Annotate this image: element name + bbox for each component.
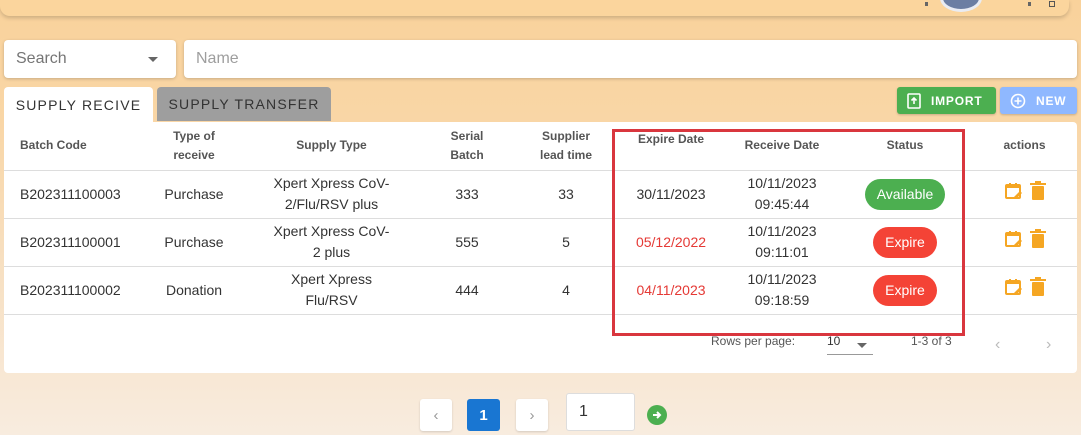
supply-table: Batch Code Type of receive Supply Type S…: [4, 122, 1077, 315]
rows-per-page-value: 10: [827, 334, 841, 348]
receive-date-cell: 10/11/2023 09:45:44: [726, 170, 838, 219]
table-prev-page-icon[interactable]: ‹: [995, 336, 1000, 354]
receive-type-cell: Purchase: [143, 218, 245, 267]
settings-icon[interactable]: [1028, 2, 1031, 6]
serial-batch-cell: 444: [418, 266, 516, 315]
status-cell: Expire: [838, 266, 972, 315]
search-select[interactable]: Search: [4, 40, 176, 78]
column-header: actions: [972, 122, 1077, 171]
lead-time-cell: 5: [516, 218, 616, 267]
column-header[interactable]: Supply Type: [245, 122, 418, 171]
actions-cell: [972, 266, 1077, 315]
expire-date-cell: 05/12/2022: [616, 218, 726, 267]
current-page-button[interactable]: 1: [467, 399, 500, 431]
file-upload-icon: [907, 92, 921, 109]
tab-supply-recive[interactable]: SUPPLY RECIVE: [4, 87, 153, 123]
add-circle-icon: [1010, 93, 1026, 109]
receive-date-cell: 10/11/2023 09:18:59: [726, 266, 838, 315]
receive-time: 09:18:59: [754, 292, 810, 308]
status-badge: Expire: [873, 274, 937, 306]
serial-batch-cell: 333: [418, 170, 516, 219]
status-badge: Available: [864, 178, 946, 210]
expire-date-cell: 04/11/2023: [616, 266, 726, 315]
chevron-down-icon: [148, 57, 158, 62]
status-cell: Expire: [838, 218, 972, 267]
table-next-page-icon[interactable]: ›: [1046, 336, 1051, 354]
new-button[interactable]: NEW: [1000, 87, 1077, 114]
go-arrow-icon[interactable]: [647, 405, 667, 425]
table-row[interactable]: B202311100002 Donation Xpert Xpress Flu/…: [4, 266, 1077, 315]
receive-date: 10/11/2023: [747, 271, 817, 287]
receive-type-cell: Purchase: [143, 170, 245, 219]
avatar[interactable]: [940, 0, 982, 12]
batch-code-cell: B202311100003: [4, 170, 143, 219]
lead-time-cell: 33: [516, 170, 616, 219]
delete-icon[interactable]: [1029, 181, 1046, 207]
receive-date-cell: 10/11/2023 09:11:01: [726, 218, 838, 267]
column-header[interactable]: Status: [838, 122, 972, 171]
receive-time: 09:45:44: [754, 196, 810, 212]
column-header[interactable]: Expire Date: [616, 122, 726, 171]
actions-cell: [972, 170, 1077, 219]
chevron-left-icon: ‹: [433, 406, 439, 424]
expire-date-cell: 30/11/2023: [616, 170, 726, 219]
table-row[interactable]: B202311100001 Purchase Xpert Xpress CoV-…: [4, 218, 1077, 267]
goto-page-input[interactable]: 1: [566, 393, 635, 431]
tab-supply-transfer[interactable]: SUPPLY TRANSFER: [157, 87, 331, 121]
status-badge: Expire: [873, 226, 937, 258]
name-input[interactable]: [184, 40, 1077, 78]
batch-code-cell: B202311100001: [4, 218, 143, 267]
new-button-label: NEW: [1036, 93, 1067, 108]
receive-date: 10/11/2023: [747, 175, 817, 191]
chevron-down-icon: [857, 343, 867, 348]
top-app-bar: [0, 0, 1069, 16]
receive-time: 09:11:01: [755, 244, 809, 260]
actions-cell: [972, 218, 1077, 267]
batch-code-cell: B202311100002: [4, 266, 143, 315]
serial-batch-cell: 555: [418, 218, 516, 267]
edit-calendar-icon[interactable]: [1004, 229, 1024, 255]
import-button[interactable]: IMPORT: [897, 87, 996, 114]
supply-type-cell: Xpert Xpress Flu/RSV: [245, 266, 418, 315]
receive-type-cell: Donation: [143, 266, 245, 315]
logout-icon[interactable]: [1049, 1, 1055, 7]
table-row[interactable]: B202311100003 Purchase Xpert Xpress CoV-…: [4, 170, 1077, 219]
supply-type-cell: Xpert Xpress CoV-2/Flu/RSV plus: [245, 170, 418, 219]
column-header[interactable]: Serial Batch: [418, 122, 516, 171]
chevron-right-icon: ›: [529, 406, 535, 424]
rows-per-page-select[interactable]: 10: [827, 334, 873, 355]
table-header-row: Batch Code Type of receive Supply Type S…: [4, 122, 1077, 171]
status-cell: Available: [838, 170, 972, 219]
page-range-text: 1-3 of 3: [911, 334, 952, 348]
lead-time-cell: 4: [516, 266, 616, 315]
edit-calendar-icon[interactable]: [1004, 181, 1024, 207]
column-header[interactable]: Type of receive: [143, 122, 245, 171]
delete-icon[interactable]: [1029, 229, 1046, 255]
edit-calendar-icon[interactable]: [1004, 277, 1024, 303]
import-button-label: IMPORT: [931, 93, 983, 108]
notification-icon[interactable]: [925, 2, 928, 6]
next-page-button[interactable]: ›: [516, 399, 548, 431]
search-select-label: Search: [16, 50, 67, 67]
column-header[interactable]: Batch Code: [4, 122, 143, 171]
column-header[interactable]: Receive Date: [726, 122, 838, 171]
receive-date: 10/11/2023: [747, 223, 817, 239]
rows-per-page-label: Rows per page:: [711, 334, 796, 348]
prev-page-button[interactable]: ‹: [420, 399, 452, 431]
supply-type-cell: Xpert Xpress CoV-2 plus: [245, 218, 418, 267]
column-header[interactable]: Supplier lead time: [516, 122, 616, 171]
delete-icon[interactable]: [1029, 277, 1046, 303]
